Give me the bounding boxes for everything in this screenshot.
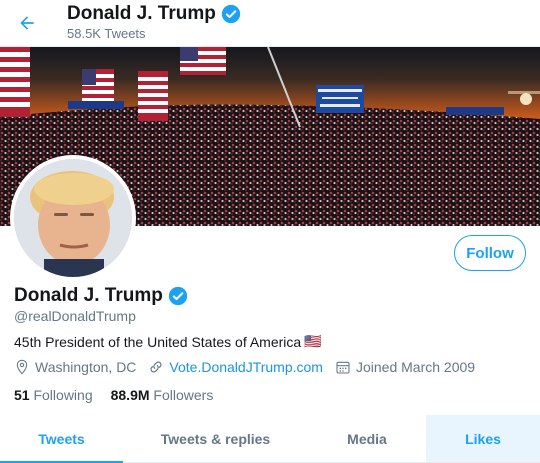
follow-button[interactable]: Follow: [454, 235, 526, 271]
profile-name: Donald J. Trump: [14, 285, 163, 306]
tab-media[interactable]: Media: [308, 415, 426, 462]
sign-left: [68, 101, 124, 109]
joined-text: Joined March 2009: [355, 359, 476, 375]
avatar-image: [14, 159, 132, 277]
website-item[interactable]: Vote.DonaldJTrump.com: [148, 359, 323, 375]
verified-badge-icon: [221, 4, 241, 24]
tab-likes[interactable]: Likes: [426, 415, 540, 462]
bio-text: 45th President of the United States of A…: [14, 333, 302, 350]
location-pin-icon: [16, 359, 28, 375]
following-count: 51: [14, 387, 30, 403]
avatar[interactable]: [14, 159, 132, 277]
website-link[interactable]: Vote.DonaldJTrump.com: [169, 359, 323, 375]
header-title-row: Donald J. Trump: [67, 3, 241, 25]
header-tweet-count: 58.5K Tweets: [67, 26, 146, 41]
profile-meta: Washington, DC Vote.DonaldJTrump.com Joi…: [14, 359, 487, 375]
verified-badge-icon: [168, 286, 188, 306]
profile-tabs: Tweets Tweets & replies Media Likes: [0, 415, 540, 463]
flag-banner-left: [0, 47, 30, 117]
followers-label: Followers: [153, 387, 214, 403]
tab-tweets[interactable]: Tweets: [0, 415, 123, 463]
us-flag-icon: 🇺🇸: [304, 333, 322, 349]
sign-right: [446, 107, 504, 115]
avatar-ring: [10, 155, 136, 281]
follow-counts: 51 Following 88.9M Followers: [14, 387, 213, 403]
followers-count-link[interactable]: 88.9M Followers: [111, 387, 214, 403]
flag-banner-middle: [138, 71, 168, 121]
calendar-icon: [336, 361, 350, 374]
joined-item: Joined March 2009: [335, 359, 475, 375]
flag-banner-right: [180, 47, 226, 75]
arrow-left-icon: [20, 16, 34, 30]
profile-handle: @realDonaldTrump: [14, 308, 136, 324]
back-button[interactable]: [12, 8, 42, 38]
tab-tweets-and-replies[interactable]: Tweets & replies: [123, 415, 308, 462]
header-title: Donald J. Trump: [67, 3, 216, 24]
location-text: Washington, DC: [35, 359, 137, 375]
top-bar: Donald J. Trump 58.5K Tweets: [0, 0, 540, 47]
profile-name-row: Donald J. Trump: [14, 285, 188, 307]
following-count-link[interactable]: 51 Following: [14, 387, 93, 403]
link-icon: [150, 361, 162, 373]
location-item: Washington, DC: [14, 359, 136, 375]
followers-count: 88.9M: [110, 387, 150, 403]
following-label: Following: [33, 387, 93, 403]
profile-bio: 45th President of the United States of A…: [14, 333, 322, 350]
